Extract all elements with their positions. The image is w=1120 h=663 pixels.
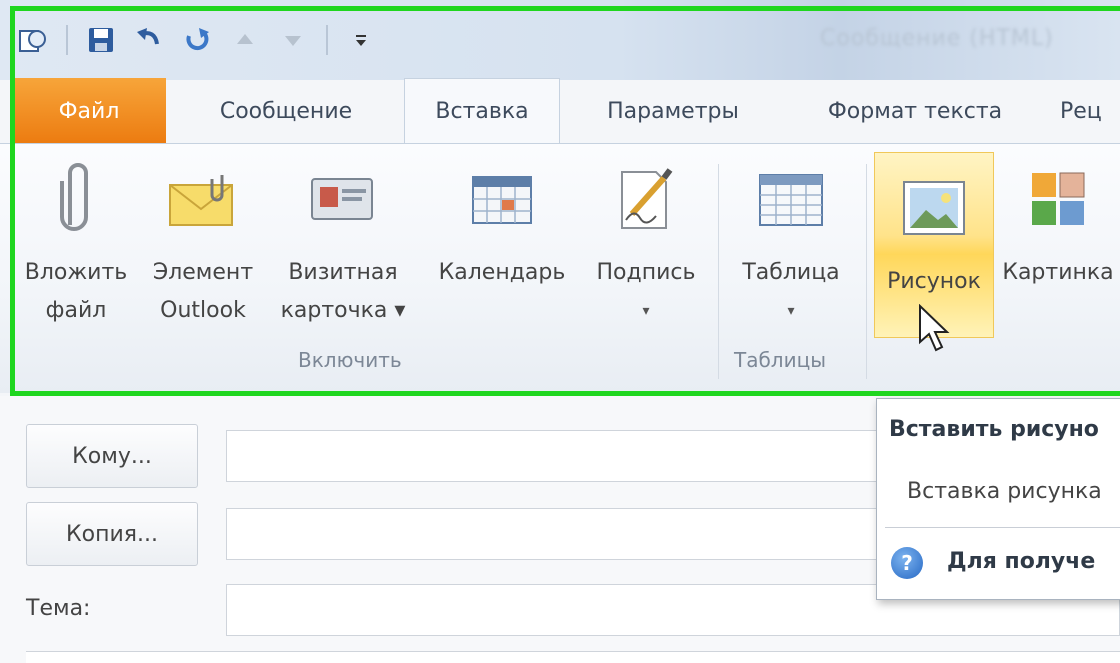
group-label-tables: Таблицы [734,348,826,372]
outlook-icon[interactable] [18,25,48,55]
quick-access-toolbar [18,20,376,60]
ribbon-tabs: Файл Сообщение Вставка Параметры Формат … [0,78,1120,144]
table-dropdown[interactable]: ▾ [787,292,794,330]
calendar-button[interactable]: Календарь [424,144,580,344]
down-arrow-icon[interactable] [278,25,308,55]
business-card-label: Визитная [288,260,398,285]
outlook-item-label-2: Outlook [160,298,246,323]
qat-separator [66,25,68,55]
signature-dropdown[interactable]: ▾ [642,292,649,330]
undo-icon[interactable] [134,25,164,55]
signature-button[interactable]: Подпись ▾ [586,144,706,344]
subject-label: Тема: [26,596,91,621]
paperclip-icon [56,144,96,254]
calendar-label: Календарь [438,260,566,285]
up-arrow-icon[interactable] [230,25,260,55]
outlook-item-button[interactable]: Элемент Outlook [140,144,266,344]
tooltip-help-text: Для получе [947,549,1096,574]
group-separator [718,164,719,379]
save-icon[interactable] [86,25,116,55]
title-bar: Сообщение (HTML) [0,0,1120,80]
ribbon-panel: Вложить файл Элемент Outlook Визитная ка… [0,143,1120,393]
table-icon [756,144,826,254]
signature-label: Подпись [596,260,696,285]
tab-message[interactable]: Сообщение [186,78,386,144]
picture-tooltip: Вставить рисуно Вставка рисунка ? Для по… [876,398,1120,600]
envelope-icon [168,144,238,254]
tooltip-description: Вставка рисунка [907,479,1102,504]
tab-insert[interactable]: Вставка [404,78,560,144]
table-button[interactable]: Таблица ▾ [728,144,854,344]
attach-file-label: Вложить [24,260,128,285]
clipart-label: Картинка [1002,260,1114,285]
cc-field[interactable] [226,508,886,560]
to-button[interactable]: Кому... [26,424,198,488]
attach-file-label-2: файл [45,298,107,323]
tab-file[interactable]: Файл [12,78,166,144]
outlook-item-label: Элемент [152,260,254,285]
to-field[interactable] [226,430,886,482]
help-icon: ? [891,547,923,579]
business-card-icon [308,144,378,254]
tooltip-title: Вставить рисуно [889,417,1099,442]
tab-options[interactable]: Параметры [578,78,768,144]
signature-icon [616,144,676,254]
cc-button[interactable]: Копия... [26,502,198,566]
business-card-label-2: карточка ▾ [280,298,406,323]
clipart-button[interactable]: Картинка [996,144,1120,344]
tab-format-text[interactable]: Формат текста [800,78,1030,144]
message-body[interactable] [26,651,1120,663]
group-label-include: Включить [298,348,402,372]
picture-label: Рисунок [887,269,981,294]
tooltip-separator [885,527,1120,528]
mouse-cursor-icon [918,303,952,356]
redo-icon[interactable] [182,25,212,55]
business-card-button[interactable]: Визитная карточка ▾ [270,144,416,344]
tab-review[interactable]: Рец [1060,78,1120,144]
attach-file-button[interactable]: Вложить файл [14,144,138,344]
table-label: Таблица [742,260,840,285]
clipart-icon [1026,144,1090,254]
group-separator [866,164,867,379]
picture-icon [900,153,968,263]
window-title: Сообщение (HTML) [820,26,1054,51]
calendar-icon [469,144,535,254]
customize-icon[interactable] [346,25,376,55]
qat-separator [326,25,328,55]
